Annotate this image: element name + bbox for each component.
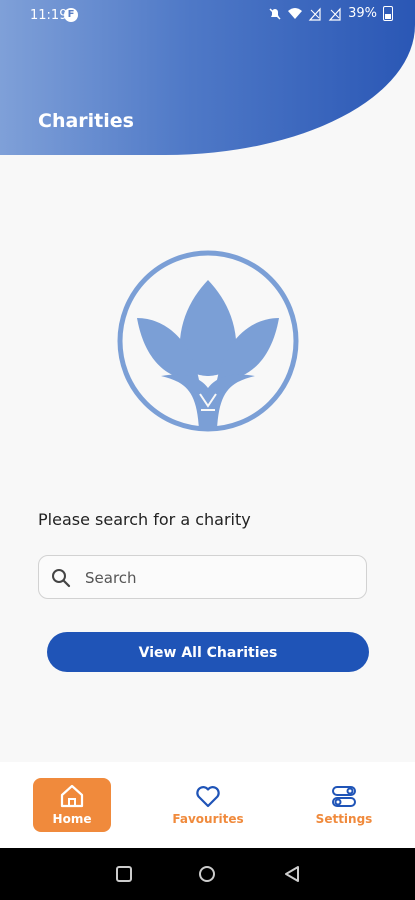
page-title: Charities [38, 110, 134, 132]
nav-home-label: Home [52, 812, 92, 826]
battery-percent: 39% [348, 6, 377, 21]
toggles-icon [332, 786, 356, 807]
nav-favourites-label: Favourites [172, 812, 244, 826]
recents-icon[interactable] [115, 865, 133, 883]
nav-settings[interactable]: Settings [304, 778, 384, 832]
nav-favourites[interactable]: Favourites [168, 778, 248, 832]
back-icon[interactable] [283, 865, 301, 883]
muted-bell-icon [269, 7, 281, 20]
home-circle-icon[interactable] [198, 865, 216, 883]
view-all-charities-button[interactable]: View All Charities [47, 632, 369, 672]
signal-icon [328, 6, 341, 21]
nav-home[interactable]: Home [33, 778, 111, 832]
status-time: 11:19 [30, 8, 68, 23]
search-icon [52, 569, 71, 588]
signal-icon [308, 6, 321, 21]
system-nav-bar [0, 848, 415, 900]
search-input[interactable] [83, 564, 357, 592]
status-bar: 11:19 F 39% [0, 0, 415, 32]
heart-icon [196, 786, 220, 808]
wifi-icon [288, 7, 303, 19]
nav-settings-label: Settings [315, 812, 373, 826]
charity-lotus-logo [117, 250, 299, 432]
bottom-nav: Home Favourites Settings [0, 762, 415, 848]
search-prompt: Please search for a charity [38, 510, 251, 529]
home-icon [60, 784, 84, 808]
battery-icon [383, 6, 393, 21]
app-badge-icon: F [64, 8, 78, 22]
search-box[interactable] [38, 555, 367, 599]
